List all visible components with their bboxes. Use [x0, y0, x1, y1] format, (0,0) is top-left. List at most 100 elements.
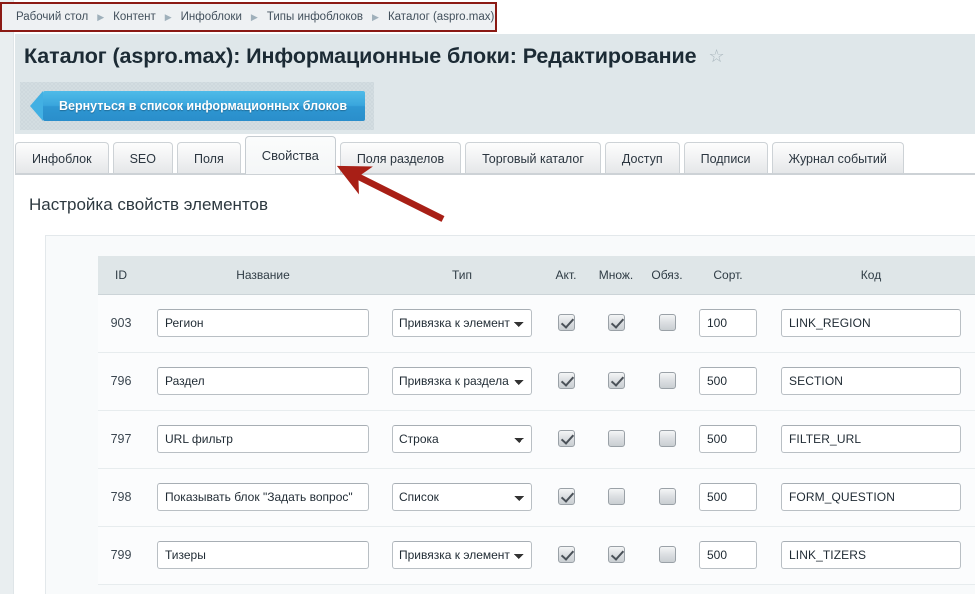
property-active-checkbox[interactable]	[557, 546, 575, 564]
tab-polya[interactable]: Поля	[176, 142, 241, 174]
property-sort-input[interactable]	[699, 367, 757, 395]
properties-panel: ID Название Тип Акт. Множ. Обяз. Сорт. К…	[45, 235, 975, 594]
cell-sort	[692, 410, 764, 469]
cell-id: 796	[98, 352, 144, 411]
property-required-checkbox[interactable]	[658, 430, 676, 448]
property-type-select[interactable]: Список	[392, 483, 532, 511]
breadcrumb-item-content[interactable]: Контент	[113, 11, 156, 23]
breadcrumb-item-infoblocks[interactable]: Инфоблоки	[181, 11, 242, 23]
breadcrumb-item-infoblock-types[interactable]: Типы инфоблоков	[267, 11, 363, 23]
tab-bar: Инфоблок SEO Поля Свойства Поля разделов…	[15, 134, 975, 174]
property-multiple-checkbox[interactable]	[607, 430, 625, 448]
cell-id: 798	[98, 468, 144, 527]
title-band: Каталог (aspro.max): Информационные блок…	[15, 34, 975, 78]
column-header-type: Тип	[382, 256, 542, 295]
column-header-sort: Сорт.	[692, 256, 764, 295]
property-code-input[interactable]	[781, 309, 961, 337]
property-multiple-checkbox[interactable]	[607, 372, 625, 390]
property-sort-input[interactable]	[699, 483, 757, 511]
cell-req	[642, 468, 692, 527]
admin-page: Рабочий стол ▶ Контент ▶ Инфоблоки ▶ Тип…	[0, 0, 975, 594]
tab-zhurnal-sobytiy[interactable]: Журнал событий	[771, 142, 904, 174]
cell-mult	[590, 294, 642, 353]
property-code-input[interactable]	[781, 425, 961, 453]
section-heading: Настройка свойств элементов	[29, 195, 269, 214]
toolbar-band: Вернуться в список информационных блоков	[15, 78, 975, 134]
properties-table: ID Название Тип Акт. Множ. Обяз. Сорт. К…	[98, 256, 975, 585]
property-active-checkbox[interactable]	[557, 372, 575, 390]
breadcrumb-item-desktop[interactable]: Рабочий стол	[16, 11, 88, 23]
property-code-input[interactable]	[781, 483, 961, 511]
table-row: 798 Список	[98, 468, 975, 527]
cell-name	[144, 526, 382, 585]
tab-podpisi[interactable]: Подписи	[683, 142, 768, 174]
cell-req	[642, 526, 692, 585]
page-title: Каталог (aspro.max): Информационные блок…	[24, 43, 697, 68]
cell-sort	[692, 294, 764, 353]
column-header-code: Код	[764, 256, 975, 295]
cell-sort	[692, 352, 764, 411]
favorite-star-icon[interactable]: ☆	[709, 47, 725, 65]
column-header-req: Обяз.	[642, 256, 692, 295]
cell-mult	[590, 352, 642, 411]
table-row: 797 Строка	[98, 410, 975, 469]
cell-type: Привязка к элемент	[382, 526, 542, 585]
cell-code	[764, 410, 975, 469]
cell-code	[764, 526, 975, 585]
property-name-input[interactable]	[157, 541, 369, 569]
cell-act	[542, 526, 590, 585]
property-name-input[interactable]	[157, 425, 369, 453]
cell-name	[144, 352, 382, 411]
back-to-infoblock-list-button[interactable]: Вернуться в список информационных блоков	[29, 91, 366, 121]
property-type-select[interactable]: Привязка к элемент	[392, 309, 532, 337]
property-sort-input[interactable]	[699, 541, 757, 569]
cell-act	[542, 352, 590, 411]
property-multiple-checkbox[interactable]	[607, 546, 625, 564]
tab-torgovyy-katalog[interactable]: Торговый каталог	[465, 142, 601, 174]
breadcrumb-item-catalog[interactable]: Каталог (aspro.max)	[388, 11, 494, 23]
tab-svoystva[interactable]: Свойства	[244, 136, 336, 174]
breadcrumb-separator-icon: ▶	[164, 11, 172, 22]
column-header-name: Название	[144, 256, 382, 295]
property-sort-input[interactable]	[699, 425, 757, 453]
cell-mult	[590, 410, 642, 469]
cell-name	[144, 468, 382, 527]
content-area: Настройка свойств элементов ID Название …	[15, 175, 975, 594]
property-required-checkbox[interactable]	[658, 314, 676, 332]
property-type-select[interactable]: Строка	[392, 425, 532, 453]
cell-mult	[590, 468, 642, 527]
properties-table-body: 903 Привязка к элемент 796 Привязка к разде…	[98, 294, 975, 585]
property-multiple-checkbox[interactable]	[607, 314, 625, 332]
cell-req	[642, 294, 692, 353]
cell-name	[144, 294, 382, 353]
tab-infoblock[interactable]: Инфоблок	[15, 142, 109, 174]
cell-mult	[590, 526, 642, 585]
property-type-select[interactable]: Привязка к раздела	[392, 367, 532, 395]
property-code-input[interactable]	[781, 367, 961, 395]
tab-polya-razdelov[interactable]: Поля разделов	[339, 142, 462, 174]
property-active-checkbox[interactable]	[557, 488, 575, 506]
tab-seo[interactable]: SEO	[112, 142, 173, 174]
property-name-input[interactable]	[157, 483, 369, 511]
cell-sort	[692, 468, 764, 527]
property-required-checkbox[interactable]	[658, 546, 676, 564]
property-type-select[interactable]: Привязка к элемент	[392, 541, 532, 569]
table-row: 799 Привязка к элемент	[98, 526, 975, 585]
table-row: 903 Привязка к элемент	[98, 294, 975, 353]
tab-dostup[interactable]: Доступ	[604, 142, 680, 174]
property-name-input[interactable]	[157, 309, 369, 337]
cell-id: 903	[98, 294, 144, 353]
breadcrumb-separator-icon: ▶	[250, 11, 258, 22]
property-multiple-checkbox[interactable]	[607, 488, 625, 506]
breadcrumb-separator-icon: ▶	[372, 11, 379, 22]
column-header-id: ID	[98, 256, 144, 295]
property-code-input[interactable]	[781, 541, 961, 569]
property-required-checkbox[interactable]	[658, 372, 676, 390]
property-active-checkbox[interactable]	[557, 314, 575, 332]
cell-req	[642, 352, 692, 411]
table-header-row: ID Название Тип Акт. Множ. Обяз. Сорт. К…	[98, 256, 975, 295]
property-active-checkbox[interactable]	[557, 430, 575, 448]
property-sort-input[interactable]	[699, 309, 757, 337]
property-name-input[interactable]	[157, 367, 369, 395]
property-required-checkbox[interactable]	[658, 488, 676, 506]
